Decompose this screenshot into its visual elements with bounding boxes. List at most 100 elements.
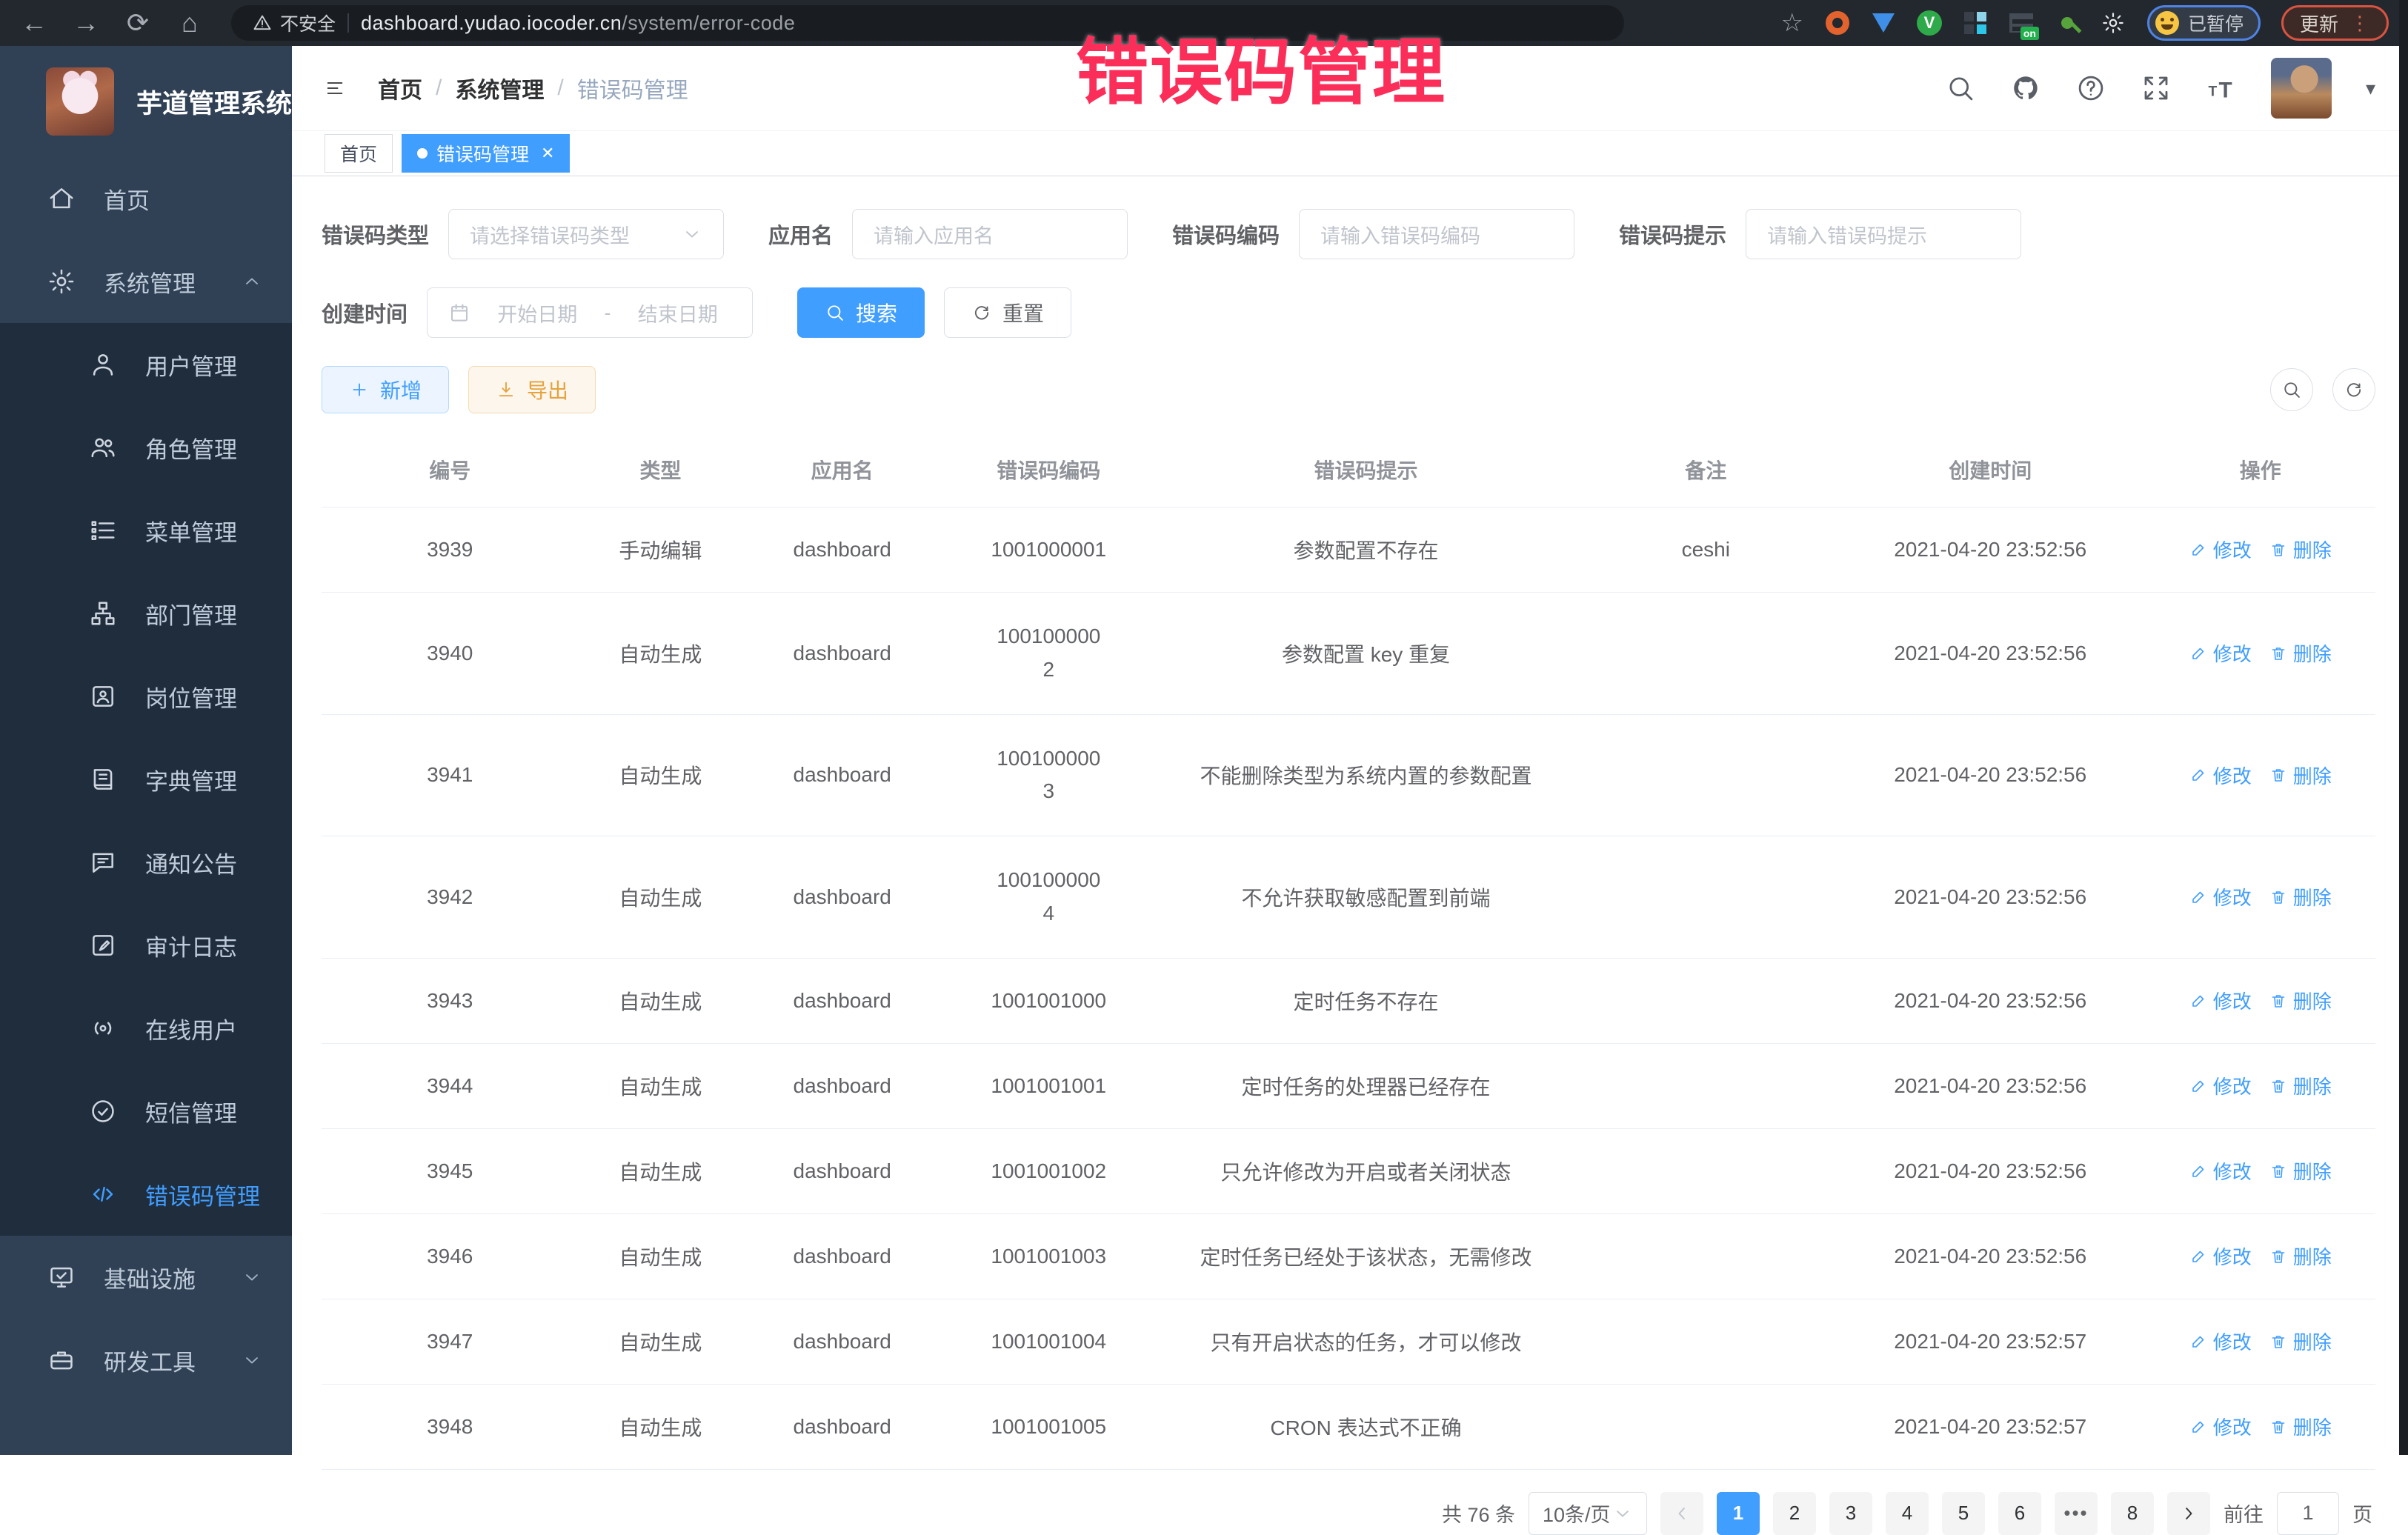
page-button-4[interactable]: 4 bbox=[1886, 1492, 1929, 1535]
ext-key-icon[interactable] bbox=[2054, 10, 2081, 36]
filter-row-1: 错误码类型 请选择错误码类型 应用名 请输入应用名 错误码编码 请输入错误码编码 bbox=[322, 209, 2375, 259]
table-row: 3947自动生成dashboard1001001004只有开启状态的任务，才可以… bbox=[322, 1299, 2375, 1384]
cell-remark bbox=[1577, 593, 1835, 715]
sidebar-item-list[interactable]: 菜单管理 bbox=[0, 489, 292, 572]
question-icon[interactable] bbox=[2075, 73, 2106, 104]
page-button-8[interactable]: 8 bbox=[2111, 1492, 2154, 1535]
sidebar-item-tree[interactable]: 部门管理 bbox=[0, 572, 292, 655]
error-code-input[interactable]: 请输入错误码编码 bbox=[1299, 209, 1574, 259]
delete-link[interactable]: 删除 bbox=[2269, 1072, 2332, 1099]
edit-link[interactable]: 修改 bbox=[2189, 639, 2252, 667]
more-pages-button[interactable]: ••• bbox=[2055, 1492, 2098, 1535]
edit-link[interactable]: 修改 bbox=[2189, 1328, 2252, 1355]
page-button-2[interactable]: 2 bbox=[1773, 1492, 1816, 1535]
error-type-select[interactable]: 请选择错误码类型 bbox=[448, 209, 724, 259]
edit-link[interactable]: 修改 bbox=[2189, 987, 2252, 1014]
delete-link[interactable]: 删除 bbox=[2269, 1157, 2332, 1185]
ext-green-v-icon[interactable]: V bbox=[1916, 10, 1943, 36]
browser-back-icon[interactable]: ← bbox=[19, 10, 49, 36]
browser-refresh-icon[interactable]: ⟳ bbox=[123, 10, 153, 36]
delete-link[interactable]: 删除 bbox=[2269, 762, 2332, 789]
not-secure-warning[interactable]: 不安全 bbox=[252, 10, 336, 36]
fullscreen-icon[interactable] bbox=[2141, 73, 2172, 104]
ext-orange-icon[interactable] bbox=[1824, 10, 1851, 36]
edit-link[interactable]: 修改 bbox=[2189, 1072, 2252, 1099]
app-logo-row[interactable]: 芋道管理系统 bbox=[0, 46, 292, 157]
error-msg-input[interactable]: 请输入错误码提示 bbox=[1746, 209, 2021, 259]
sidebar-item-online[interactable]: 在线用户 bbox=[0, 987, 292, 1070]
page-size-select[interactable]: 10条/页 bbox=[1529, 1492, 1647, 1535]
sidebar-item-tools[interactable]: 研发工具 bbox=[0, 1319, 292, 1402]
edit-link[interactable]: 修改 bbox=[2189, 883, 2252, 910]
delete-link[interactable]: 删除 bbox=[2269, 639, 2332, 667]
sidebar-item-label: 首页 bbox=[104, 182, 150, 216]
table-row: 3940自动生成dashboard1001000002参数配置 key 重复20… bbox=[322, 593, 2375, 715]
ext-grid-icon[interactable] bbox=[1962, 10, 1989, 36]
app-name-input[interactable]: 请输入应用名 bbox=[852, 209, 1128, 259]
sidebar-item-users[interactable]: 角色管理 bbox=[0, 406, 292, 489]
page-button-3[interactable]: 3 bbox=[1829, 1492, 1872, 1535]
collapse-sidebar-icon[interactable] bbox=[325, 78, 345, 99]
edit-link[interactable]: 修改 bbox=[2189, 536, 2252, 563]
user-avatar[interactable] bbox=[2271, 58, 2332, 119]
caret-down-icon[interactable]: ▾ bbox=[2366, 77, 2375, 100]
search-button-label: 搜索 bbox=[856, 298, 897, 327]
sidebar-item-log[interactable]: 审计日志 bbox=[0, 904, 292, 987]
export-button[interactable]: 导出 bbox=[468, 366, 596, 413]
edit-link[interactable]: 修改 bbox=[2189, 1413, 2252, 1440]
chevron-down-icon bbox=[1612, 1503, 1633, 1524]
page-button-5[interactable]: 5 bbox=[1942, 1492, 1985, 1535]
sidebar-item-chat[interactable]: 通知公告 bbox=[0, 821, 292, 904]
edit-link[interactable]: 修改 bbox=[2189, 762, 2252, 789]
sidebar-item-user[interactable]: 用户管理 bbox=[0, 323, 292, 406]
ext-puzzle-icon[interactable] bbox=[2100, 10, 2126, 36]
delete-link[interactable]: 删除 bbox=[2269, 1413, 2332, 1440]
page-button-1[interactable]: 1 bbox=[1717, 1492, 1760, 1535]
prev-page-button[interactable] bbox=[1660, 1492, 1703, 1535]
ext-on-badge-icon[interactable]: on bbox=[2008, 10, 2035, 36]
edit-link[interactable]: 修改 bbox=[2189, 1157, 2252, 1185]
reset-button[interactable]: 重置 bbox=[944, 287, 1071, 338]
tab-错误码管理[interactable]: 错误码管理✕ bbox=[402, 134, 570, 173]
profile-chip[interactable]: 已暂停 bbox=[2147, 5, 2261, 41]
page-button-6[interactable]: 6 bbox=[1998, 1492, 2041, 1535]
next-page-button[interactable] bbox=[2167, 1492, 2210, 1535]
browser-menu-icon[interactable]: ⋮ bbox=[2350, 12, 2370, 35]
delete-link[interactable]: 删除 bbox=[2269, 536, 2332, 563]
cell-id: 3948 bbox=[322, 1384, 579, 1469]
sidebar-item-home[interactable]: 首页 bbox=[0, 157, 292, 240]
fontsize-icon[interactable]: TT bbox=[2206, 73, 2237, 104]
delete-link[interactable]: 删除 bbox=[2269, 1242, 2332, 1270]
close-tab-icon[interactable]: ✕ bbox=[541, 144, 554, 163]
breadcrumb-item[interactable]: 首页 bbox=[378, 72, 422, 104]
delete-link[interactable]: 删除 bbox=[2269, 987, 2332, 1014]
bookmark-star-icon[interactable]: ☆ bbox=[1780, 8, 1803, 38]
edit-link[interactable]: 修改 bbox=[2189, 1242, 2252, 1270]
refresh-table-button[interactable] bbox=[2332, 368, 2375, 411]
search-button[interactable]: 搜索 bbox=[797, 287, 925, 338]
toggle-search-button[interactable] bbox=[2270, 368, 2313, 411]
sidebar-item-sms[interactable]: 短信管理 bbox=[0, 1070, 292, 1153]
search-icon[interactable] bbox=[1945, 73, 1976, 104]
cell-app: dashboard bbox=[742, 507, 942, 593]
browser-scrollbar[interactable] bbox=[2399, 0, 2408, 1455]
delete-link[interactable]: 删除 bbox=[2269, 1328, 2332, 1355]
sidebar-item-badge[interactable]: 岗位管理 bbox=[0, 655, 292, 738]
goto-page-input[interactable]: 1 bbox=[2277, 1492, 2339, 1535]
browser-home-icon[interactable]: ⌂ bbox=[175, 10, 204, 36]
github-icon[interactable] bbox=[2010, 73, 2041, 104]
sidebar-item-code[interactable]: 错误码管理 bbox=[0, 1153, 292, 1236]
update-button[interactable]: 更新 ⋮ bbox=[2281, 5, 2389, 41]
add-button[interactable]: 新增 bbox=[322, 366, 449, 413]
sidebar-item-infra[interactable]: 基础设施 bbox=[0, 1236, 292, 1319]
tab-首页[interactable]: 首页 bbox=[325, 134, 393, 173]
delete-link[interactable]: 删除 bbox=[2269, 883, 2332, 910]
ext-gem-icon[interactable] bbox=[1870, 10, 1897, 36]
date-range-picker[interactable]: 开始日期 - 结束日期 bbox=[427, 287, 753, 338]
sidebar-item-gear[interactable]: 系统管理 bbox=[0, 240, 292, 323]
breadcrumb-item[interactable]: 系统管理 bbox=[455, 72, 544, 104]
page-size-label: 10条/页 bbox=[1543, 1499, 1611, 1528]
sidebar-item-book[interactable]: 字典管理 bbox=[0, 738, 292, 821]
cell-actions: 修改删除 bbox=[2145, 1384, 2375, 1469]
browser-forward-icon[interactable]: → bbox=[71, 10, 101, 36]
